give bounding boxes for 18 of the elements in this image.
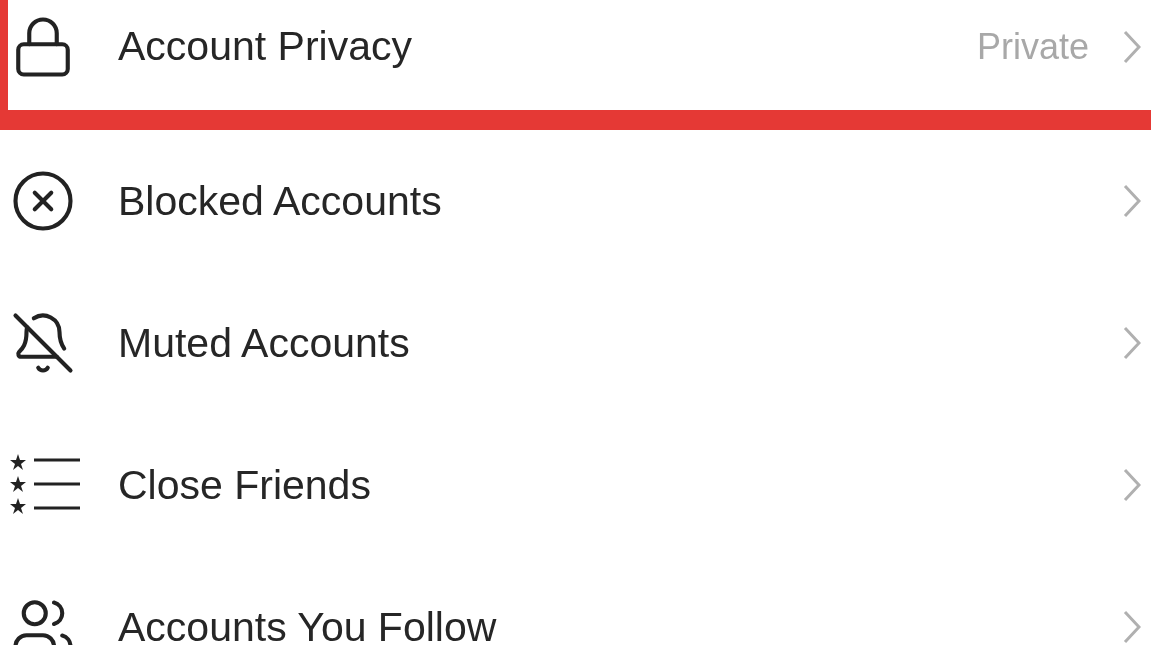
row-label: Muted Accounts <box>118 319 411 367</box>
row-label: Account Privacy <box>118 23 413 70</box>
row-label: Close Friends <box>118 461 372 509</box>
settings-row[interactable]: Accounts You Follow <box>0 556 1151 645</box>
row-label: Accounts You Follow <box>118 603 498 645</box>
row-label: Blocked Accounts <box>118 177 443 225</box>
chevron-right-icon <box>1123 326 1141 360</box>
settings-row[interactable]: Blocked Accounts <box>0 130 1151 272</box>
chevron-right-icon <box>1123 29 1141 64</box>
settings-row[interactable]: Close Friends <box>0 414 1151 556</box>
row-value: Private <box>976 25 1089 68</box>
bell-slash-icon <box>10 310 76 376</box>
settings-row[interactable]: Muted Accounts <box>0 272 1151 414</box>
chevron-right-icon <box>1123 184 1141 218</box>
settings-row[interactable]: Account Privacy Private <box>0 0 1151 130</box>
chevron-right-icon <box>1123 468 1141 502</box>
circle-x-icon <box>10 168 76 234</box>
chevron-right-icon <box>1123 610 1141 644</box>
